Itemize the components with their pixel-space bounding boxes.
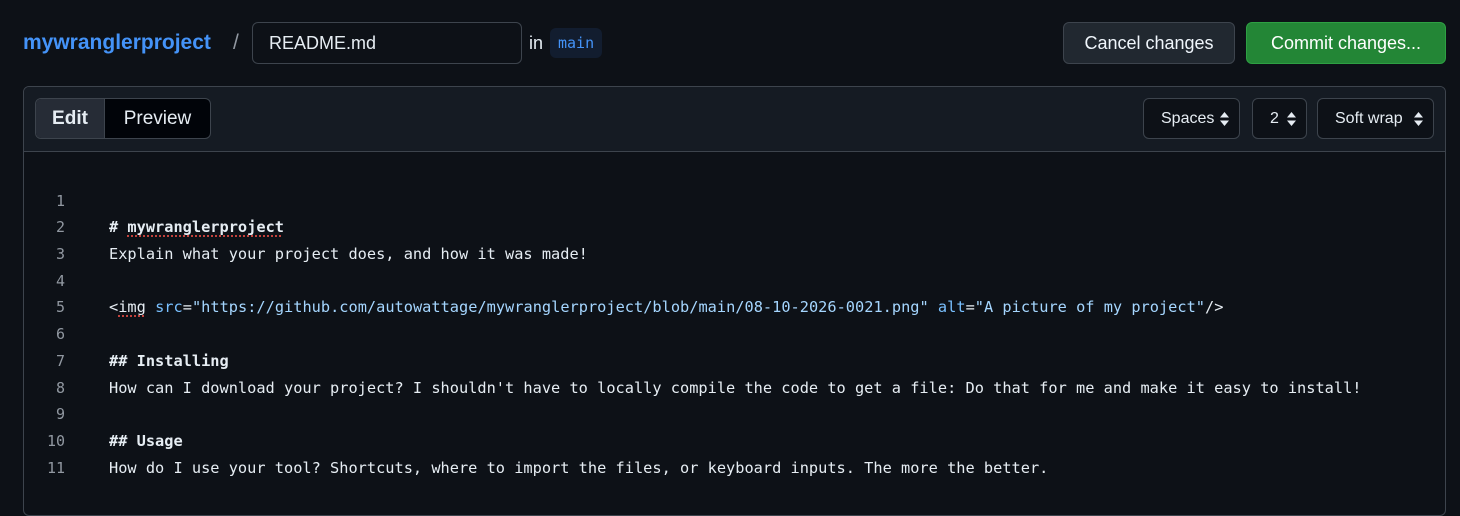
code-line: 1 # mywranglerproject [24, 161, 1445, 237]
code-line: 5 [24, 268, 1445, 316]
code-line: 4 <img src="https://github.com/autowatta… [24, 241, 1445, 317]
code-line: 2 Explain what your project does, and ho… [24, 188, 1445, 263]
code-line: 9 ## Usage [24, 375, 1445, 450]
code-line: 6 ## Installing [24, 294, 1445, 370]
indent-mode-select[interactable]: Spaces [1143, 98, 1240, 139]
code-line: 10 How do I use your tool? Shortcuts, wh… [24, 401, 1445, 477]
in-label: in [529, 33, 544, 53]
path-separator: / [233, 31, 239, 54]
code-line: 11 [24, 428, 1445, 477]
tab-preview[interactable]: Preview [105, 99, 210, 138]
up-down-caret-icon [1287, 112, 1296, 126]
code-line: 8 [24, 348, 1445, 397]
up-down-caret-icon [1414, 112, 1423, 126]
wrap-mode-label: Soft wrap [1335, 110, 1403, 127]
filename-input[interactable] [252, 22, 522, 64]
line-number: 11 [46, 458, 65, 477]
up-down-caret-icon [1220, 112, 1229, 126]
tab-edit[interactable]: Edit [36, 99, 105, 138]
code-line: 3 [24, 214, 1445, 263]
code-area[interactable]: 1 # mywranglerproject 2 Explain what you… [24, 161, 1445, 477]
indent-size-select[interactable]: 2 [1252, 98, 1307, 139]
indent-mode-label: Spaces [1161, 110, 1215, 127]
editor-topbar: mywranglerproject / in main Cancel chang… [0, 0, 1460, 86]
line-content: How do I use your tool? Shortcuts, where… [109, 458, 1049, 477]
editor-toolbar: Edit Preview Spaces 2 Soft wrap [24, 87, 1445, 152]
edit-preview-tabs: Edit Preview [35, 98, 211, 139]
branch-badge: main [550, 28, 603, 58]
file-editor: Edit Preview Spaces 2 Soft wrap 1 # mywr… [23, 86, 1446, 516]
repo-link[interactable]: mywranglerproject [23, 30, 211, 56]
commit-changes-button[interactable]: Commit changes... [1246, 22, 1446, 64]
wrap-mode-select[interactable]: Soft wrap [1317, 98, 1434, 139]
cancel-changes-button[interactable]: Cancel changes [1063, 22, 1235, 64]
indent-size-label: 2 [1270, 110, 1279, 127]
code-line: 7 How can I download your project? I sho… [24, 321, 1445, 397]
